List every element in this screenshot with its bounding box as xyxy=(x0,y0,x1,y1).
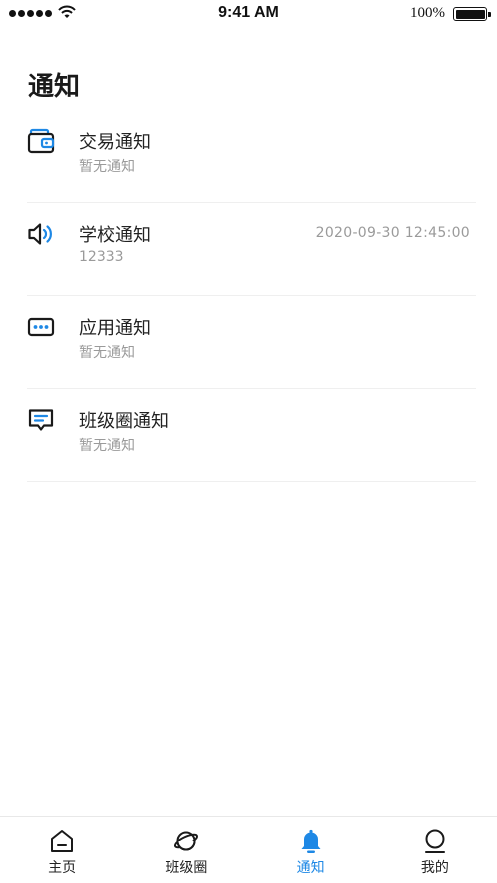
tab-label: 通知 xyxy=(296,860,325,876)
notification-time: 2020-09-30 12:45:00 xyxy=(315,225,470,241)
battery-percentage: 100% xyxy=(410,5,445,21)
home-icon xyxy=(51,830,74,852)
profile-icon xyxy=(424,829,445,853)
notification-subtitle: 暂无通知 xyxy=(79,159,135,175)
tab-mine[interactable]: 我的 xyxy=(373,817,497,883)
notification-list: 交易通知 暂无通知 学校通知 12333 2020-09-30 12:45:00… xyxy=(27,110,476,482)
notification-subtitle: 暂无通知 xyxy=(79,345,135,361)
bell-icon xyxy=(301,829,321,853)
notification-title: 应用通知 xyxy=(79,318,151,339)
tab-home[interactable]: 主页 xyxy=(0,817,124,883)
planet-icon xyxy=(174,831,199,851)
battery-icon xyxy=(453,7,491,21)
notification-subtitle: 暂无通知 xyxy=(79,438,135,454)
tab-class-circle[interactable]: 班级圈 xyxy=(124,817,248,883)
notification-title: 班级圈通知 xyxy=(79,411,169,432)
tab-label: 班级圈 xyxy=(165,860,208,876)
bottom-tab-bar: 主页 班级圈 通知 我的 xyxy=(0,816,497,883)
message-icon xyxy=(28,409,54,431)
notification-item-class[interactable]: 班级圈通知 暂无通知 xyxy=(27,389,476,482)
tab-label: 我的 xyxy=(420,860,449,876)
wallet-icon xyxy=(27,128,55,154)
notification-title: 交易通知 xyxy=(79,132,151,153)
notification-title: 学校通知 xyxy=(79,225,151,246)
status-bar: 9:41 AM 100% xyxy=(0,0,497,28)
tab-notifications[interactable]: 通知 xyxy=(249,817,373,883)
speaker-icon xyxy=(28,223,52,245)
notification-item-school[interactable]: 学校通知 12333 2020-09-30 12:45:00 xyxy=(27,203,476,296)
page-title: 通知 xyxy=(28,72,81,102)
notification-subtitle: 12333 xyxy=(79,249,124,265)
tab-label: 主页 xyxy=(48,860,77,876)
app-dots-icon xyxy=(27,317,55,337)
notification-item-trade[interactable]: 交易通知 暂无通知 xyxy=(27,110,476,203)
notification-item-app[interactable]: 应用通知 暂无通知 xyxy=(27,296,476,389)
